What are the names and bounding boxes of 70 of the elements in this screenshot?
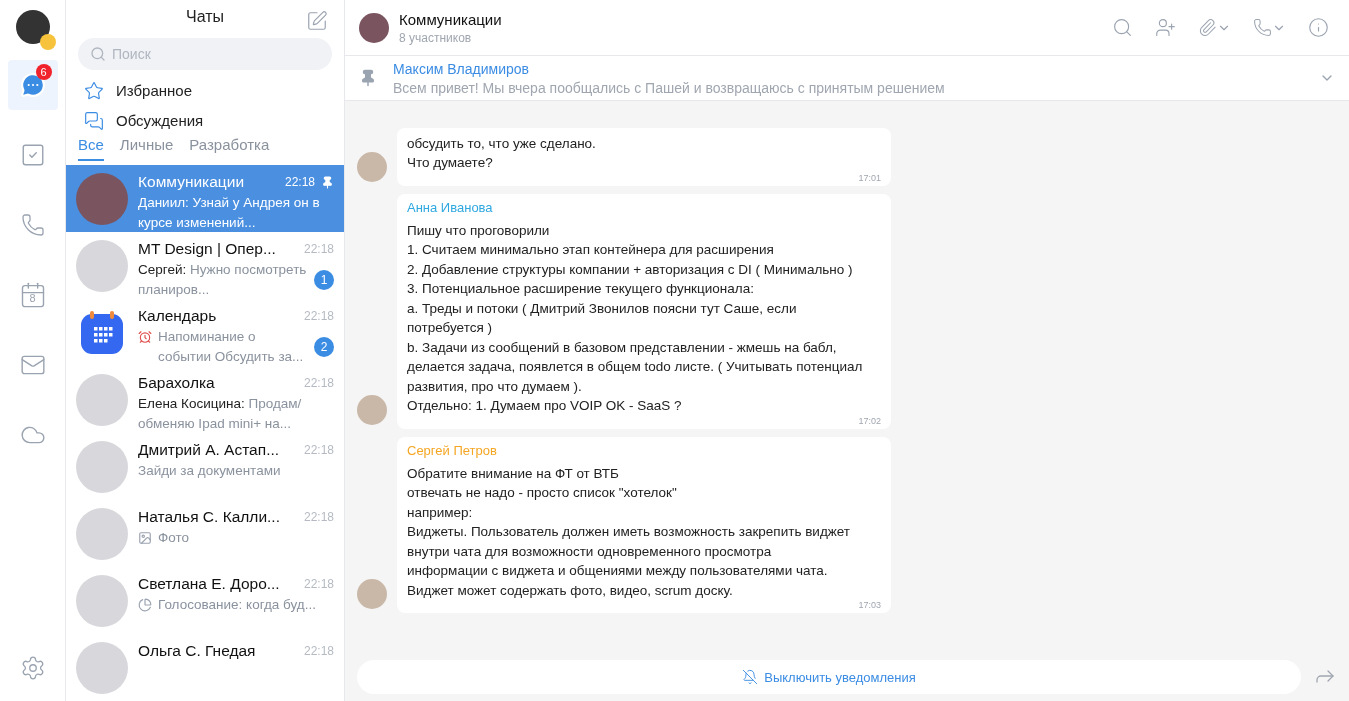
paperclip-icon <box>1198 18 1217 37</box>
chat-time: 22:18 <box>303 443 334 457</box>
group-avatar <box>359 12 389 43</box>
chat-preview: Фото <box>158 529 190 547</box>
photo-placeholder <box>76 374 128 426</box>
sidebar-item[interactable]: Избранное <box>66 76 344 106</box>
member-count: 8 участников <box>399 30 473 45</box>
message-time: 17:01 <box>858 172 881 183</box>
photo-placeholder <box>76 575 128 627</box>
bell-off-icon <box>742 669 759 685</box>
message-time: 17:02 <box>858 415 881 426</box>
chat-name: Коммуникации <box>138 173 246 191</box>
panel-title: Чаты <box>185 8 224 27</box>
photo-placeholder <box>76 441 128 493</box>
pinned-message-bar[interactable]: Максим Владимиров Всем привет! Мы вчера пообщались с Пашей и возвращаюсь с принятым решением <box>345 56 1349 101</box>
search-field[interactable]: Поиск <box>78 38 332 71</box>
unread-badge: 2 <box>314 337 334 357</box>
message-author: Сергей Петров <box>407 442 498 458</box>
pinned-text: Всем привет! Мы вчера пообщались с Пашей и возвращаюсь с принятым решением <box>393 79 946 96</box>
chat-preview: Елена Косицина: Продам/ обменяю Ipad mini+ на... <box>138 395 303 433</box>
unread-badge: 6 <box>35 64 52 80</box>
chat-title: Коммуникации <box>399 10 503 28</box>
chat-name: Ольга С. Гнедая <box>138 642 257 660</box>
chat-preview: Зайди за документами <box>138 462 282 480</box>
pin-icon <box>359 69 377 87</box>
chat-preview: Напоминание о событии Обсудить за... <box>158 328 305 366</box>
photo-placeholder <box>76 240 128 292</box>
message-text: Пишу что проговорили 1. Считаем минимально этап контейнера для расширения 2. Добавление структуры компании + авторизация с DI ( Минимально ) 3. Потенциальное расширение текущего функционала: a. Треды и потоки ( Дмитрий Звонилов поясни тут Саше, если потребуется ) b. Задачи из сообщений в базовом представлении - жмешь на бабл, делается задача, появлется в общем todo листе. ( Учитывать потенциал развития, про что думаем ). Отдельно: 1. Думаем про VOIP OK - SaaS ? <box>407 221 864 415</box>
phone-icon <box>20 213 45 237</box>
chat-name: Календарь <box>138 307 218 325</box>
emoji-status-icon <box>39 34 56 50</box>
photo-placeholder <box>76 173 128 225</box>
pie-chart-icon <box>138 598 152 612</box>
chat-name: Дмитрий А. Астап... <box>138 441 281 459</box>
photo-placeholder <box>76 642 128 694</box>
star-icon <box>84 80 104 101</box>
user-avatar[interactable] <box>15 10 50 44</box>
chat-time: 22:18 <box>303 309 334 323</box>
photo-placeholder <box>357 394 387 425</box>
message-author: Анна Иванова <box>407 199 494 215</box>
speech-bubbles-icon <box>84 110 104 131</box>
rail-button[interactable]: 6 <box>7 60 58 110</box>
phone-icon <box>1253 18 1272 37</box>
chat-preview: Сергей: Нужно посмотреть планиров... <box>138 261 308 299</box>
calendar-day: 8 <box>29 292 36 304</box>
chat-time: 22:18 <box>303 510 334 524</box>
pinned-author: Максим Владимиров <box>393 60 530 77</box>
message-time: 17:03 <box>858 600 881 610</box>
message-text: Обратите внимание на ФТ от ВТБ отвечать не надо - просто список "хотелок" например: Виджеты. Пользователь должен иметь возможность закрепить виджет внутри чата для возможности одновременного просмотра информации с виджета и общениями между пользователями чата. Виджет может содержать фото, видео, scrum доску. <box>407 464 852 600</box>
chat-preview: Даниил: Узнай у Андрея он в курсе изменений... <box>138 194 321 232</box>
chat-time: 22:18 <box>303 644 334 658</box>
alarm-clock-icon <box>138 330 152 344</box>
chat-name: Светлана Е. Доро... <box>138 575 281 593</box>
chat-time: 22:18 <box>303 242 334 256</box>
chat-time: 22:18 <box>303 577 334 591</box>
chat-name: Барахолка <box>138 374 216 392</box>
chat-time: 22:18 <box>303 376 334 390</box>
mute-button[interactable]: Выключить уведомления <box>736 665 922 689</box>
unread-badge: 1 <box>314 270 334 290</box>
chat-name: Наталья С. Калли... <box>138 508 281 526</box>
image-icon <box>138 531 152 545</box>
chat-name: MT Design | Опер... <box>138 240 277 258</box>
sidebar-item[interactable]: Обсуждения <box>66 105 344 136</box>
chat-time: 22:18 <box>284 175 315 189</box>
photo-placeholder <box>357 151 387 182</box>
search-icon <box>90 46 106 63</box>
message-text: обсудить то, что уже сделано. Что думаете? <box>407 134 597 172</box>
photo-placeholder <box>357 579 387 609</box>
photo-placeholder <box>76 508 128 560</box>
chat-preview: Голосование: когда буд... <box>158 596 317 614</box>
